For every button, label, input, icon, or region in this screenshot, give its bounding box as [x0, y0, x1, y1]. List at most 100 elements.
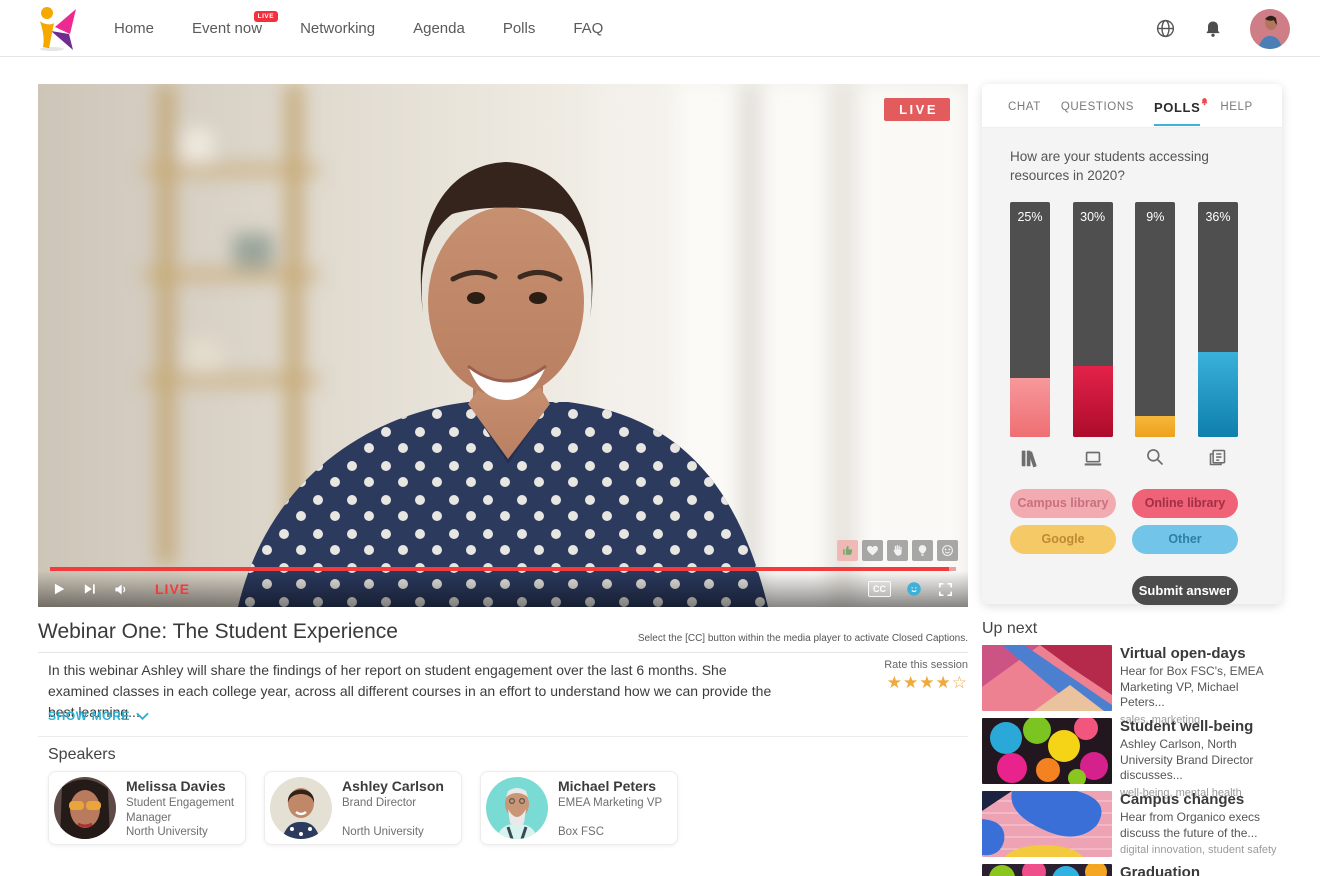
- speaker-role: Student Engagement Manager: [126, 797, 235, 824]
- smiley-icon[interactable]: [937, 540, 958, 561]
- speaker-card-michael-peters[interactable]: Michael Peters EMEA Marketing VP Box FSC: [480, 771, 678, 845]
- speaker-name: Ashley Carlson: [342, 778, 444, 794]
- panel-tabs: CHAT QUESTIONS POLLS HELP: [982, 84, 1282, 128]
- video-player[interactable]: LIVE LIVE CC: [38, 84, 968, 607]
- star-rating[interactable]: ★★★★☆: [884, 673, 968, 693]
- divider: [38, 652, 968, 653]
- rate-session-label: Rate this session: [884, 659, 968, 671]
- up-next-title: Graduation: [1120, 864, 1201, 876]
- documents-icon: [1198, 447, 1238, 469]
- up-next-item-virtual-open-days[interactable]: Virtual open-days Hear for Box FSC's, EM…: [982, 645, 1282, 726]
- poll-results-chart: 25% 30% 9% 36%: [1010, 201, 1238, 437]
- up-next-title: Virtual open-days: [1120, 645, 1246, 662]
- presenter-bubble-icon[interactable]: [905, 580, 923, 598]
- option-other[interactable]: Other: [1132, 524, 1238, 554]
- divider: [38, 736, 968, 737]
- tab-questions[interactable]: QUESTIONS: [1061, 87, 1134, 124]
- volume-icon[interactable]: [113, 582, 129, 597]
- live-indicator: LIVE: [155, 581, 191, 597]
- option-online-library[interactable]: Online library: [1132, 488, 1238, 518]
- speaker-name: Melissa Davies: [126, 778, 226, 794]
- skip-to-live-button[interactable]: [82, 582, 97, 596]
- speaker-avatar: [270, 777, 332, 839]
- nav-home[interactable]: Home: [114, 20, 154, 37]
- show-more-link[interactable]: SHOW MORE: [48, 709, 149, 723]
- session-thumbnail: [982, 791, 1112, 857]
- laptop-icon: [1073, 447, 1113, 469]
- heart-icon[interactable]: [862, 540, 883, 561]
- submit-answer-button[interactable]: Submit answer: [1132, 575, 1238, 605]
- speaker-card-melissa-davies[interactable]: Melissa Davies Student Engagement Manage…: [48, 771, 246, 845]
- poll-notification-icon: [1200, 94, 1209, 109]
- option-google[interactable]: Google: [1010, 524, 1116, 554]
- up-next-item-graduation[interactable]: Graduation: [982, 864, 1282, 876]
- engagement-panel: CHAT QUESTIONS POLLS HELP How are your s…: [982, 84, 1282, 605]
- fullscreen-button[interactable]: [937, 581, 954, 598]
- live-badge: LIVE: [884, 98, 950, 121]
- session-thumbnail: [982, 645, 1112, 711]
- stars-filled[interactable]: ★★★★: [887, 673, 952, 692]
- poll-bar-google: 9%: [1135, 201, 1176, 437]
- speaker-card-ashley-carlson[interactable]: Ashley Carlson Brand Director North Univ…: [264, 771, 462, 845]
- nav-event-now[interactable]: Event now LIVE: [192, 10, 279, 37]
- speaker-name: Michael Peters: [558, 778, 657, 794]
- up-next-item-campus-changes[interactable]: Campus changes Hear from Organico execs …: [982, 791, 1282, 857]
- poll-bar-other: 36%: [1197, 201, 1238, 437]
- session-title: Webinar One: The Student Experience: [38, 620, 398, 643]
- session-thumbnail: [982, 864, 1112, 876]
- speaker-avatar: [54, 777, 116, 839]
- up-next-subtitle: Ashley Carlson, North University Brand D…: [1120, 737, 1254, 783]
- speaker-avatar: [486, 777, 548, 839]
- nav-live-badge: LIVE: [253, 10, 279, 22]
- rating-block: Rate this session ★★★★☆: [884, 659, 968, 693]
- globe-icon[interactable]: [1154, 18, 1176, 40]
- main-nav: Home Event now LIVE Networking Agenda Po…: [114, 10, 603, 37]
- search-icon: [1135, 447, 1175, 469]
- session-thumbnail: [982, 718, 1112, 784]
- up-next-item-student-well-being[interactable]: Student well-being Ashley Carlson, North…: [982, 718, 1282, 799]
- user-avatar[interactable]: [1250, 8, 1290, 49]
- nav-agenda[interactable]: Agenda: [413, 20, 465, 37]
- webinar-video-frame: [38, 84, 968, 607]
- lightbulb-icon[interactable]: [912, 540, 933, 561]
- nav-networking[interactable]: Networking: [300, 20, 375, 37]
- up-next-subtitle: Hear from Organico execs discuss the fut…: [1120, 810, 1261, 840]
- tab-help[interactable]: HELP: [1220, 87, 1252, 124]
- poll-question: How are your students accessing resource…: [1010, 149, 1209, 183]
- up-next-heading: Up next: [982, 620, 1038, 637]
- speaker-company: North University: [342, 826, 424, 838]
- player-controls: LIVE CC: [38, 571, 968, 607]
- up-next-tags: digital innovation, student safety: [1120, 844, 1277, 857]
- closed-captions-button[interactable]: CC: [868, 581, 891, 597]
- poll-bar-icons: [1010, 447, 1238, 469]
- option-campus-library[interactable]: Campus library: [1010, 488, 1116, 518]
- poll-answer-options: Campus library Online library Google Oth…: [1010, 488, 1238, 554]
- session-description: In this webinar Ashley will share the fi…: [48, 662, 772, 720]
- speakers-heading: Speakers: [48, 746, 116, 763]
- library-books-icon: [1010, 447, 1050, 469]
- speaker-role: EMEA Marketing VP: [558, 797, 663, 809]
- speaker-company: North University: [126, 826, 208, 838]
- poll-content: How are your students accessing resource…: [982, 128, 1282, 605]
- star-empty[interactable]: ☆: [952, 673, 968, 692]
- brand-logo[interactable]: [30, 4, 78, 52]
- nav-faq[interactable]: FAQ: [573, 20, 603, 37]
- up-next-title: Student well-being: [1120, 718, 1254, 735]
- up-next-subtitle: Hear for Box FSC's, EMEA Marketing VP, M…: [1120, 664, 1263, 710]
- nav-polls[interactable]: Polls: [503, 20, 536, 37]
- raised-hand-icon[interactable]: [887, 540, 908, 561]
- speaker-company: Box FSC: [558, 826, 605, 838]
- poll-bar-online-library: 30%: [1072, 201, 1113, 437]
- poll-bar-campus-library: 25%: [1010, 201, 1050, 437]
- reaction-buttons: [837, 540, 958, 561]
- closed-captions-note: Select the [CC] button within the media …: [637, 633, 968, 644]
- up-next-title: Campus changes: [1120, 791, 1245, 808]
- play-button[interactable]: [52, 582, 66, 596]
- tab-chat[interactable]: CHAT: [1008, 87, 1041, 124]
- tab-polls[interactable]: POLLS: [1154, 86, 1208, 126]
- speaker-role: Brand Director: [342, 797, 417, 809]
- chevron-down-icon: [136, 712, 149, 720]
- bell-icon[interactable]: [1202, 18, 1224, 40]
- thumbs-up-icon[interactable]: [837, 540, 858, 561]
- top-navigation-bar: Home Event now LIVE Networking Agenda Po…: [0, 0, 1320, 57]
